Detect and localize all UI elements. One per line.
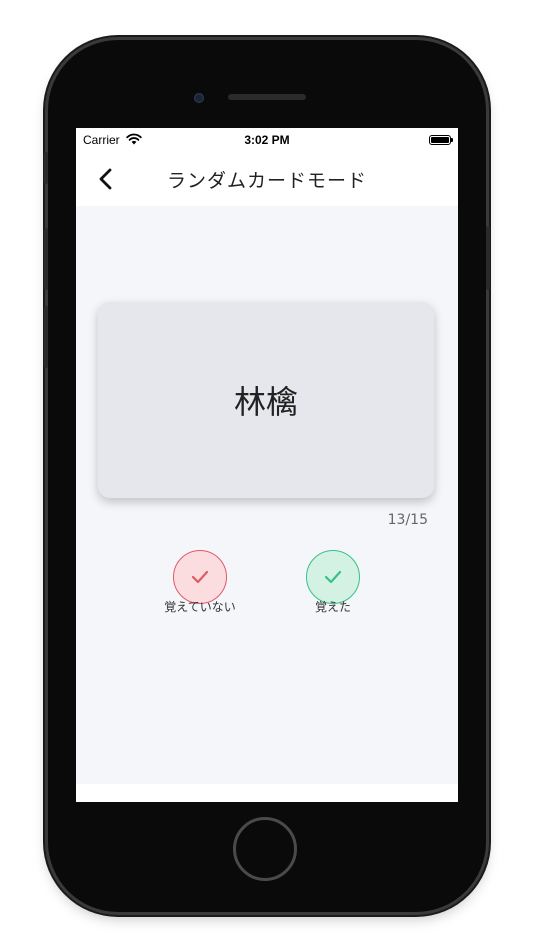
check-icon: [324, 570, 342, 584]
battery-icon: [429, 135, 453, 145]
app-screen: Carrier 3:02 PM ランダムカードモード 林檎 13/15 覚えてい…: [76, 128, 458, 802]
not-remembered-label: 覚えていない: [164, 600, 236, 614]
page-title: ランダムカードモード: [166, 170, 367, 192]
remembered-button[interactable]: 覚えた: [283, 550, 383, 615]
volume-down-button: [44, 306, 48, 368]
card-word: 林檎: [233, 383, 298, 421]
check-icon: [191, 570, 209, 584]
not-remembered-button[interactable]: 覚えていない: [150, 550, 250, 615]
status-bar: Carrier 3:02 PM: [76, 128, 458, 152]
main-content: 林檎 13/15 覚えていない 覚えた: [76, 206, 458, 784]
status-time: 3:02 PM: [244, 133, 290, 147]
power-button: [486, 226, 490, 290]
mute-switch: [44, 152, 48, 184]
not-remembered-circle: [173, 550, 227, 604]
battery-level: [431, 137, 449, 143]
home-button[interactable]: [233, 817, 297, 881]
front-camera: [194, 93, 204, 103]
flash-card[interactable]: 林檎: [98, 302, 434, 498]
navigation-bar: ランダムカードモード: [76, 152, 458, 206]
earpiece-speaker: [228, 94, 306, 100]
progress-counter: 13/15: [387, 512, 428, 528]
bottom-safe-area: [76, 784, 458, 802]
remembered-circle: [306, 550, 360, 604]
volume-up-button: [44, 228, 48, 290]
remembered-label: 覚えた: [314, 600, 351, 614]
